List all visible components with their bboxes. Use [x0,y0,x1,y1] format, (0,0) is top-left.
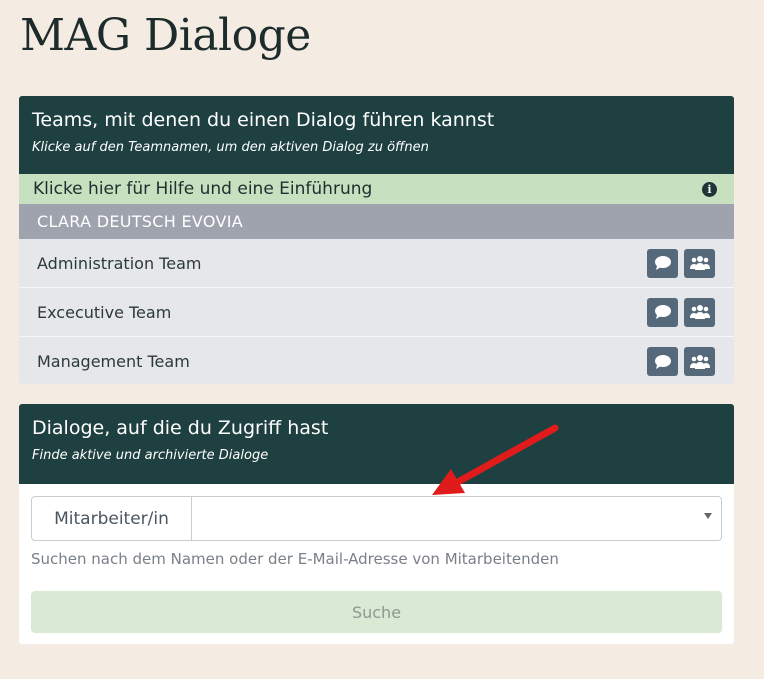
users-icon [689,354,710,369]
help-link[interactable]: Klicke hier für Hilfe und eine Einführun… [19,174,734,204]
team-row[interactable]: Excecutive Team [19,288,734,337]
search-hint: Suchen nach dem Namen oder der E-Mail-Ad… [31,550,559,568]
team-name[interactable]: Excecutive Team [37,303,171,322]
teams-card-header: Teams, mit denen du einen Dialog führen … [19,96,734,174]
dialogs-card-subtitle: Finde aktive und archivierte Dialoge [32,448,269,463]
dialogs-card-header: Dialoge, auf die du Zugriff hast Finde a… [19,404,734,484]
search-button[interactable]: Suche [31,591,722,633]
dialog-button[interactable] [647,347,678,376]
organization-header: CLARA DEUTSCH EVOVIA [19,204,734,239]
users-icon [689,305,710,319]
team-name[interactable]: Administration Team [37,254,201,273]
team-row[interactable]: Administration Team [19,239,734,288]
chat-bubble-icon [654,305,671,319]
teams-card-subtitle: Klicke auf den Teamnamen, um den aktiven… [32,140,429,155]
users-icon [689,256,710,270]
chevron-down-icon[interactable] [704,513,712,519]
dialog-button[interactable] [647,297,678,327]
chat-bubble-icon [654,354,671,369]
dialog-button[interactable] [647,248,678,278]
annotation-arrow [432,424,559,495]
teams-card-title: Teams, mit denen du einen Dialog führen … [32,109,495,131]
members-button[interactable] [684,347,715,376]
team-name[interactable]: Management Team [37,352,190,371]
members-button[interactable] [684,297,715,327]
dialogs-card-title: Dialoge, auf die du Zugriff hast [32,417,329,439]
info-icon[interactable]: i [702,181,717,197]
members-button[interactable] [684,248,715,278]
page-title: MAG Dialoge [20,10,311,61]
employee-select[interactable] [192,497,721,540]
teams-card: Teams, mit denen du einen Dialog führen … [19,96,734,384]
chat-bubble-icon [654,256,671,270]
help-link-label: Klicke hier für Hilfe und eine Einführun… [33,179,373,199]
employee-search-group: Mitarbeiter/in [31,496,722,541]
dialogs-card: Dialoge, auf die du Zugriff hast Finde a… [19,404,734,644]
employee-field-label: Mitarbeiter/in [32,497,192,540]
team-row[interactable]: Management Team [19,337,734,384]
